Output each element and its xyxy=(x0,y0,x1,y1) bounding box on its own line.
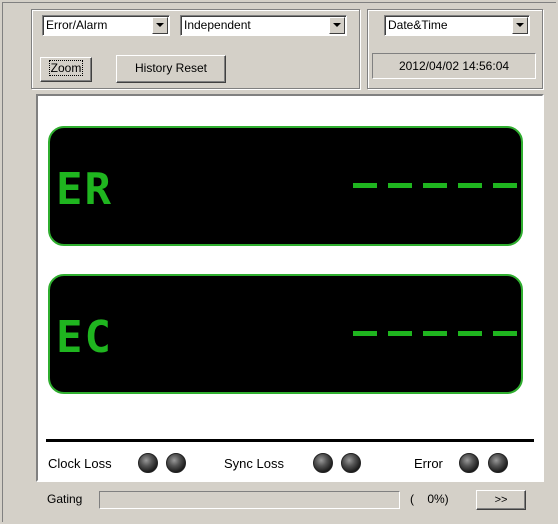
history-reset-button[interactable]: History Reset xyxy=(116,55,226,83)
datetime-value: 2012/04/02 14:56:04 xyxy=(398,59,510,73)
sync-loss-led-icon xyxy=(341,453,361,473)
dash-segment xyxy=(388,183,412,188)
dash-segment xyxy=(388,331,412,336)
gating-percent: ( 0%) xyxy=(410,492,449,506)
error-label: Error xyxy=(414,456,443,471)
clock-loss-label: Clock Loss xyxy=(48,456,112,471)
dash-segment xyxy=(458,331,482,336)
measure-select-value: Independent xyxy=(184,18,251,32)
ec-label: EC xyxy=(56,312,113,363)
measure-select[interactable]: Independent xyxy=(180,15,347,36)
time-select[interactable]: Date&Time xyxy=(384,15,530,36)
divider xyxy=(46,439,534,442)
er-value: ----- xyxy=(50,128,51,129)
gating-next-button[interactable]: >> xyxy=(476,490,526,510)
gating-next-label: >> xyxy=(494,494,508,506)
chevron-down-icon[interactable] xyxy=(152,17,168,34)
dash-segment xyxy=(353,183,377,188)
error-led-icon xyxy=(488,453,508,473)
sync-loss-led-icon xyxy=(313,453,333,473)
error-led-icon xyxy=(459,453,479,473)
mode-select-value: Error/Alarm xyxy=(46,18,108,32)
gating-progress-bar xyxy=(99,491,400,509)
dash-segment xyxy=(493,331,517,336)
time-select-value: Date&Time xyxy=(388,18,448,32)
chevron-down-icon[interactable] xyxy=(512,17,528,34)
clock-loss-led-icon xyxy=(166,453,186,473)
datetime-readout: 2012/04/02 14:56:04 xyxy=(372,53,536,79)
dash-segment xyxy=(423,183,447,188)
ec-value-dashes xyxy=(353,331,517,336)
er-label: ER xyxy=(56,164,113,215)
ec-display: EC ----- xyxy=(48,274,523,394)
history-reset-label: History Reset xyxy=(134,61,208,75)
zoom-button-label: Zoom xyxy=(48,60,84,76)
chevron-down-icon[interactable] xyxy=(329,17,345,34)
dash-segment xyxy=(493,183,517,188)
er-value-dashes xyxy=(353,183,517,188)
zoom-button[interactable]: Zoom xyxy=(40,57,92,82)
dash-segment xyxy=(423,331,447,336)
dash-segment xyxy=(458,183,482,188)
sync-loss-label: Sync Loss xyxy=(224,456,284,471)
clock-loss-led-icon xyxy=(138,453,158,473)
dash-segment xyxy=(353,331,377,336)
er-display: ER ----- xyxy=(48,126,523,246)
ec-value: ----- xyxy=(50,276,51,277)
gating-label: Gating xyxy=(47,492,83,506)
mode-select[interactable]: Error/Alarm xyxy=(42,15,170,36)
display-panel: ER ----- EC ----- Clock Loss Sync Loss E… xyxy=(36,94,544,482)
